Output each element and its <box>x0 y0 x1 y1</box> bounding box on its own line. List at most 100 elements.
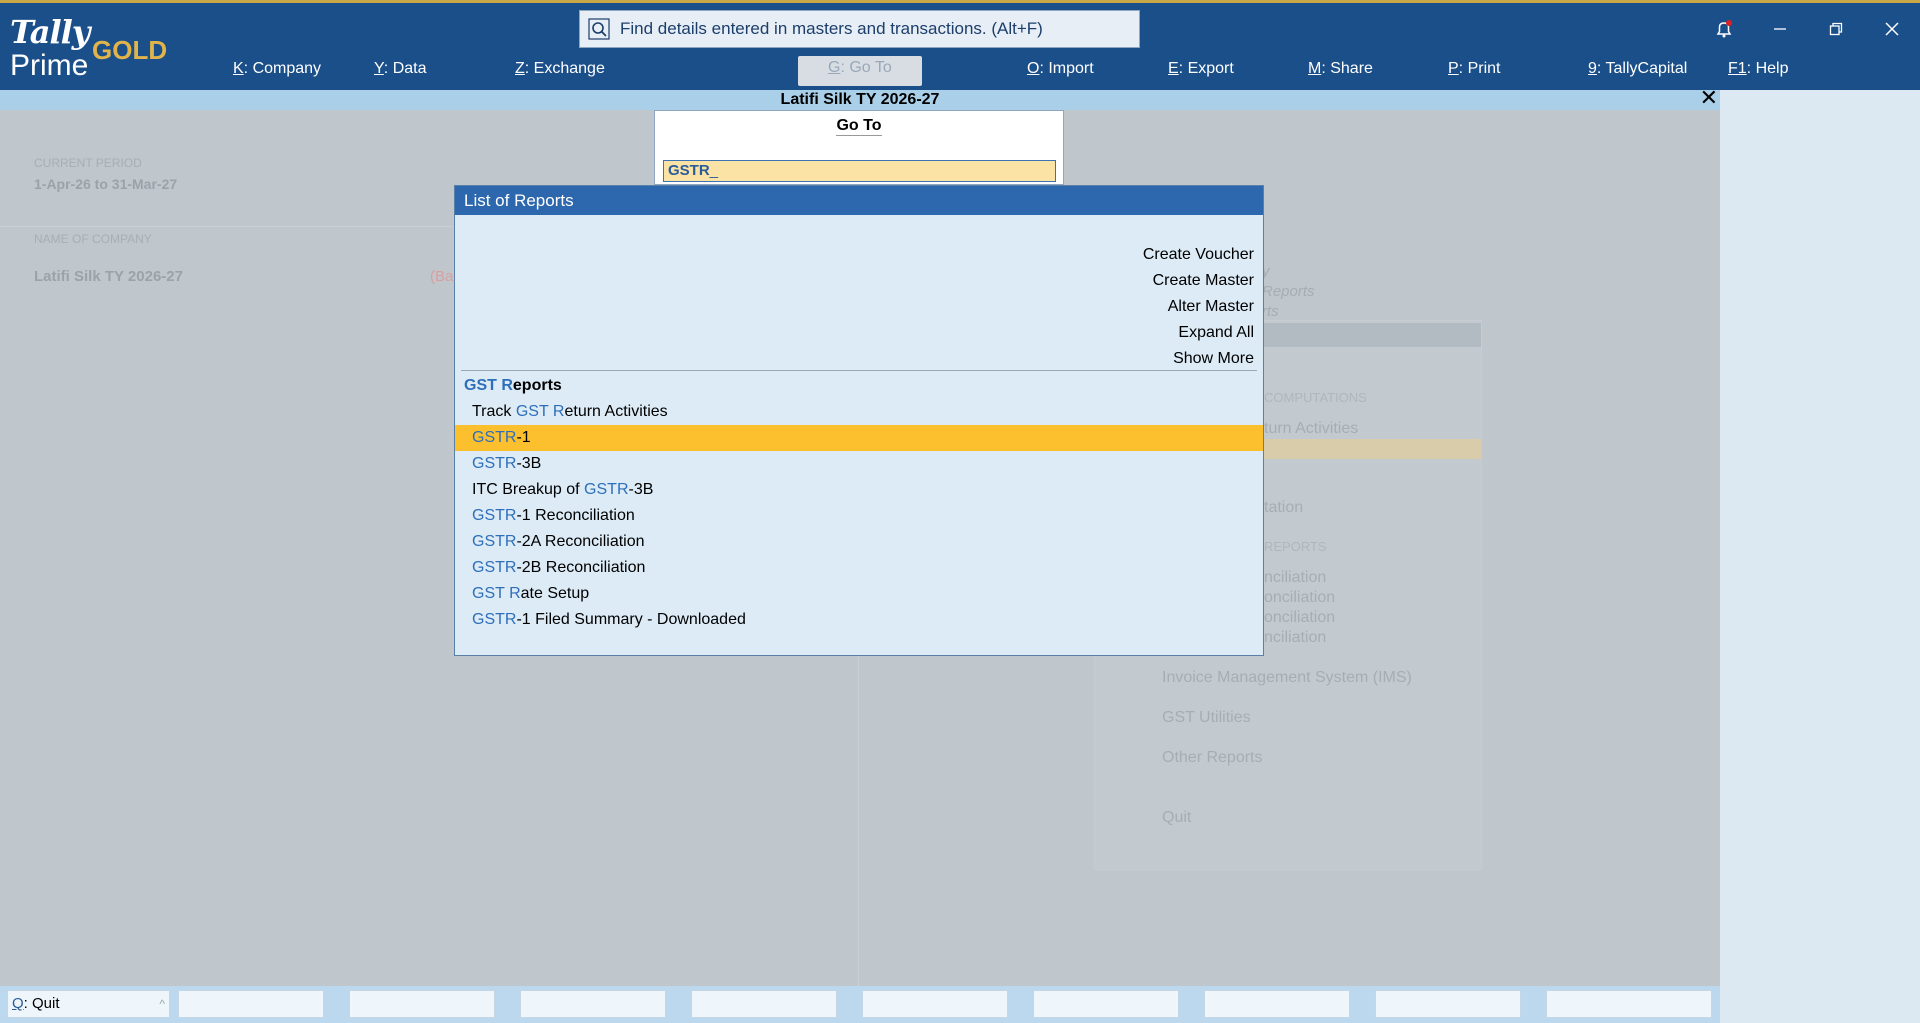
match-highlight: GSTR <box>584 481 629 498</box>
menu-goto[interactable]: G: Go To <box>798 56 922 86</box>
divider <box>461 370 1257 371</box>
company-label: NAME OF COMPANY <box>34 232 152 246</box>
group-header-gst-reports: GST Reports <box>464 373 562 399</box>
create-master-button[interactable]: Create Master <box>1143 268 1254 294</box>
menu-key: Z <box>515 60 525 77</box>
match-highlight: GSTR <box>472 611 517 628</box>
top-bar: Tally Prime GOLD Find details entered in… <box>0 0 1920 90</box>
close-icon[interactable]: ✕ <box>1700 87 1718 109</box>
item-text: Track <box>472 403 516 420</box>
item-text: -2A Reconciliation <box>516 533 645 550</box>
bg-menu-item: Reports <box>1262 283 1315 300</box>
menu-share[interactable]: M: Share <box>1308 60 1373 78</box>
goto-search-input[interactable]: GSTR_ <box>663 160 1056 182</box>
bg-section-label: REPORTS <box>1264 539 1327 554</box>
bg-menu-item: onciliation <box>1264 609 1336 626</box>
list-item[interactable]: ITC Breakup of GSTR-3B <box>455 477 1263 503</box>
menu-data[interactable]: Y: Data <box>374 60 426 78</box>
bg-menu-item: onciliation <box>1264 589 1336 606</box>
list-item[interactable]: GSTR-1 Reconciliation <box>455 503 1263 529</box>
match-highlight: GST <box>464 377 497 394</box>
quit-button[interactable]: Q: Quit ^ <box>7 990 170 1018</box>
company-tag: (Ba <box>430 268 454 285</box>
bottom-button-slot[interactable] <box>1033 990 1179 1018</box>
menu-label: Print <box>1467 60 1501 77</box>
menu-key: F1 <box>1728 60 1747 77</box>
item-text: -1 Reconciliation <box>516 507 635 524</box>
item-text: -1 Filed Summary - Downloaded <box>516 611 746 628</box>
list-item[interactable]: GSTR-1 Filed Summary - Downloaded <box>455 607 1263 633</box>
match-highlight: GSTR <box>472 455 517 472</box>
list-item-selected[interactable]: GSTR-1 <box>455 425 1263 451</box>
list-item[interactable]: GSTR-2A Reconciliation <box>455 529 1263 555</box>
menu-label: TallyCapital <box>1605 60 1688 77</box>
menu-key: M <box>1308 60 1322 77</box>
match-highlight: GST <box>515 403 549 420</box>
group-text: eports <box>512 377 562 394</box>
close-icon[interactable] <box>1864 13 1920 45</box>
list-item[interactable]: GSTR-3B <box>455 451 1263 477</box>
bg-menu-item: nciliation <box>1264 629 1327 646</box>
window-controls <box>1696 13 1920 45</box>
list-title: List of Reports <box>455 186 1263 215</box>
menu-exchange[interactable]: Z: Exchange <box>515 60 605 78</box>
menu-key: K <box>233 60 244 77</box>
list-item[interactable]: GST Rate Setup <box>455 581 1263 607</box>
item-text: -2B Reconciliation <box>516 559 646 576</box>
menu-import[interactable]: O: Import <box>1027 60 1094 78</box>
menu-label: Data <box>392 60 427 77</box>
menu-label: Help <box>1755 60 1789 77</box>
list-item[interactable]: GSTR-2B Reconciliation <box>455 555 1263 581</box>
search-icon <box>588 18 610 40</box>
alter-master-button[interactable]: Alter Master <box>1143 294 1254 320</box>
menu-company[interactable]: K: Company <box>233 60 321 78</box>
goto-panel: Go To GSTR_ <box>654 110 1064 185</box>
report-list: Track GST Return Activities GSTR-1 GSTR-… <box>455 399 1263 633</box>
main-menu: K: Company Y: Data Z: Exchange G: Go To … <box>0 56 1920 90</box>
bottom-button-slot[interactable] <box>520 990 666 1018</box>
bottom-button-slot[interactable] <box>1204 990 1350 1018</box>
list-actions: Create Voucher Create Master Alter Maste… <box>1143 242 1254 372</box>
notification-button[interactable] <box>1696 13 1752 45</box>
expand-all-button[interactable]: Expand All <box>1143 320 1254 346</box>
match-highlight: R <box>509 585 521 602</box>
match-highlight: GSTR <box>472 507 517 524</box>
company-title-bar: Latifi Silk TY 2026-27 ✕ <box>0 87 1720 110</box>
bg-menu-item: nciliation <box>1264 569 1327 586</box>
item-text: ate Setup <box>520 585 590 602</box>
goto-title: Go To <box>655 117 1063 136</box>
create-voucher-button[interactable]: Create Voucher <box>1143 242 1254 268</box>
menu-help[interactable]: F1: Help <box>1728 60 1788 78</box>
bottom-button-slot[interactable] <box>178 990 324 1018</box>
bottom-button-slot[interactable] <box>1546 990 1712 1018</box>
list-item[interactable]: Track GST Return Activities <box>455 399 1263 425</box>
restore-icon[interactable] <box>1808 13 1864 45</box>
bottom-button-slot[interactable] <box>691 990 837 1018</box>
bell-icon <box>1716 20 1732 38</box>
list-of-reports-panel: List of Reports Create Voucher Create Ma… <box>454 185 1264 656</box>
menu-key: 9 <box>1588 60 1597 77</box>
menu-export[interactable]: E: Export <box>1168 60 1234 78</box>
bottom-button-slot[interactable] <box>1375 990 1521 1018</box>
menu-print[interactable]: P: Print <box>1448 60 1500 78</box>
bg-section-label: COMPUTATIONS <box>1264 390 1367 405</box>
bottom-button-slot[interactable] <box>862 990 1008 1018</box>
quit-key: Q <box>12 995 24 1012</box>
goto-input-value: GSTR <box>668 162 710 179</box>
match-highlight: GSTR <box>472 429 517 446</box>
item-text: -3B <box>516 455 542 472</box>
menu-tallycapital[interactable]: 9: TallyCapital <box>1588 60 1687 78</box>
company-title: Latifi Silk TY 2026-27 <box>780 91 940 108</box>
company-name: Latifi Silk TY 2026-27 <box>34 268 183 285</box>
match-highlight: R <box>501 377 513 394</box>
bottom-button-slot[interactable] <box>349 990 495 1018</box>
match-highlight: R <box>552 403 565 420</box>
show-more-button[interactable]: Show More <box>1143 346 1254 372</box>
menu-label: Exchange <box>533 60 605 77</box>
match-highlight: GSTR <box>472 559 517 576</box>
menu-label: Export <box>1187 60 1234 77</box>
menu-key: E <box>1168 60 1179 77</box>
right-button-panel <box>1720 90 1920 1023</box>
minimize-icon[interactable] <box>1752 13 1808 45</box>
search-bar[interactable]: Find details entered in masters and tran… <box>579 10 1140 48</box>
